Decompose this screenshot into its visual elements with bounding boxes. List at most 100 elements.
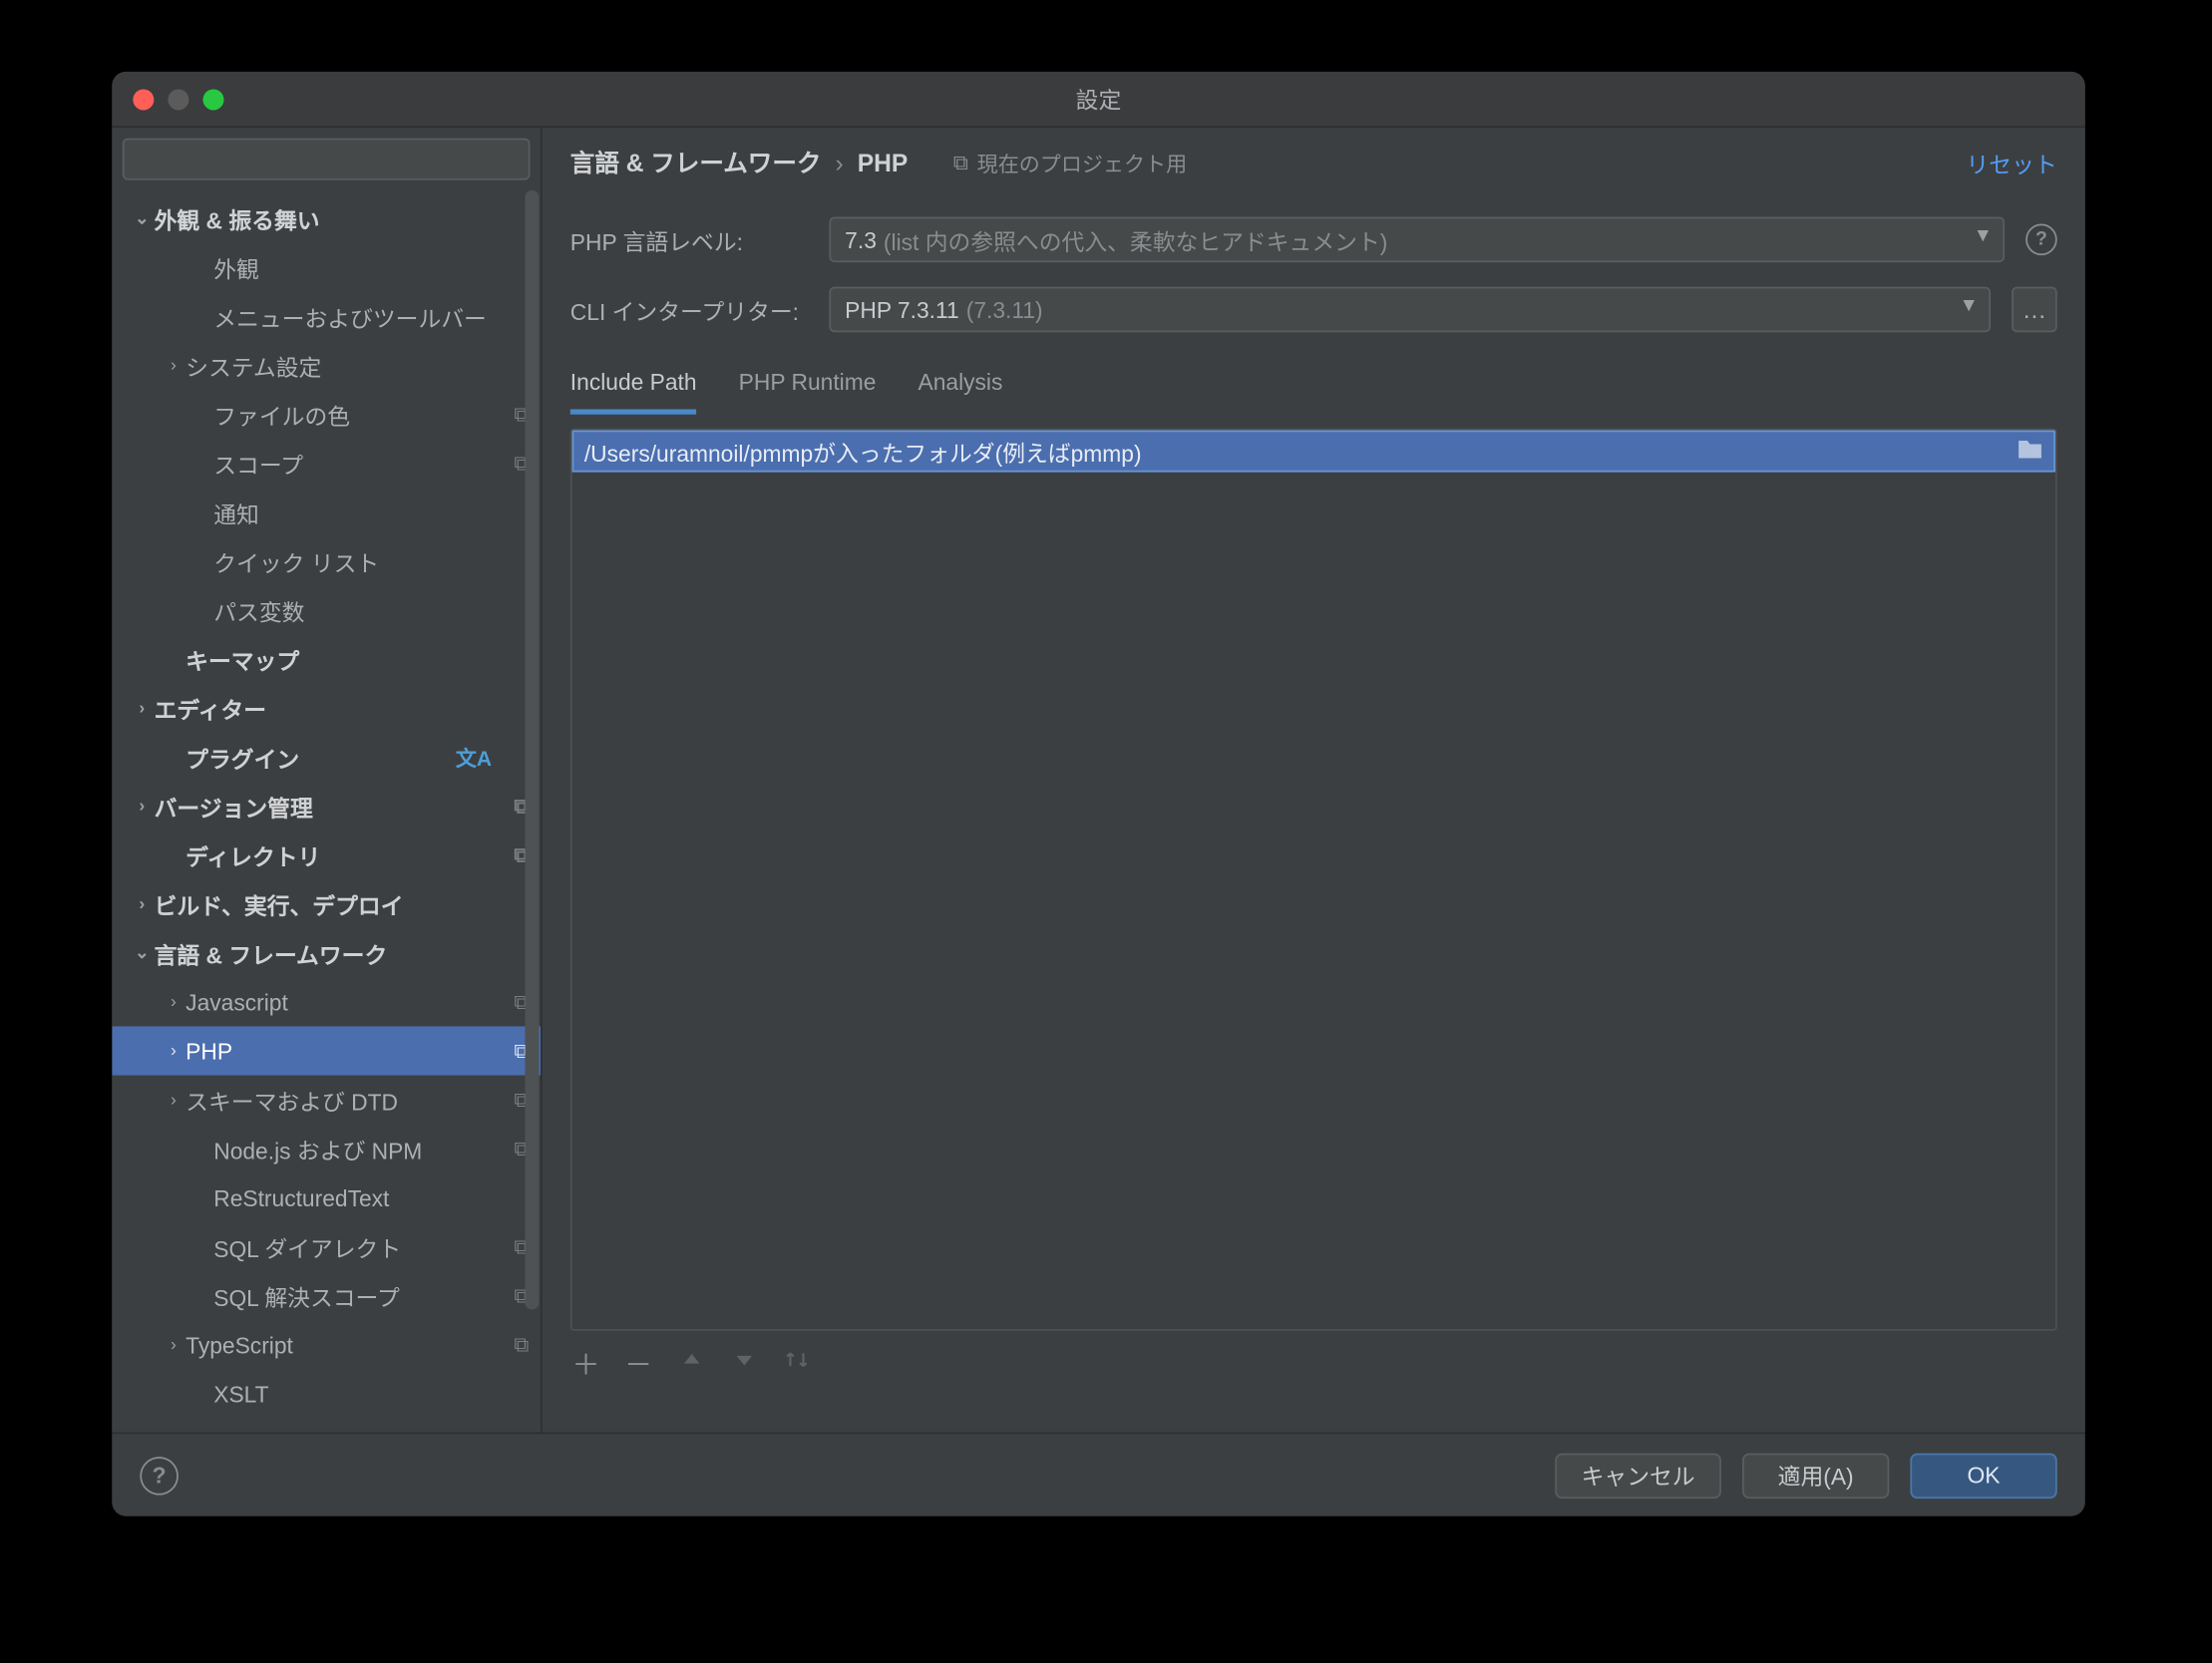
include-path-panel: /Users/uramnoil/pmmpが入ったフォルダ(例えばpmmp) bbox=[570, 429, 2057, 1331]
tabs: Include Path PHP Runtime Analysis bbox=[543, 345, 2085, 415]
interpreter-browse-button[interactable]: … bbox=[2012, 287, 2057, 333]
sidebar-item[interactable]: ビルド、実行、デプロイ bbox=[112, 879, 541, 928]
ok-button[interactable]: OK bbox=[1910, 1453, 2056, 1498]
project-scope-badge: ⧉ 現在のプロジェクト用 bbox=[953, 148, 1187, 177]
settings-tree[interactable]: 外観 & 振る舞い外観メニューおよびツールバーシステム設定ファイルの色⧉スコープ… bbox=[112, 190, 541, 1432]
add-button[interactable]: ＋ bbox=[570, 1341, 602, 1383]
tab-analysis[interactable]: Analysis bbox=[918, 369, 1002, 415]
apply-button[interactable]: 適用(A) bbox=[1742, 1453, 1889, 1498]
include-path-toolbar: ＋ － bbox=[543, 1331, 2085, 1394]
sidebar-search: 🔍 bbox=[112, 128, 541, 190]
sidebar-item[interactable]: メニューおよびツールバー bbox=[112, 292, 541, 341]
ellipsis-icon: … bbox=[2023, 295, 2047, 323]
breadcrumb-root[interactable]: 言語 & フレームワーク bbox=[570, 146, 822, 180]
chevron-right-icon[interactable] bbox=[161, 356, 185, 375]
titlebar: 設定 bbox=[112, 72, 2085, 128]
sidebar-item-label: Node.js および NPM bbox=[213, 1133, 502, 1165]
window-title: 設定 bbox=[112, 82, 2085, 115]
interpreter-hint: (7.3.11) bbox=[966, 296, 1043, 322]
sidebar-item[interactable]: ディレクトリ⧉ bbox=[112, 831, 541, 879]
sidebar-item[interactable]: クイック リスト bbox=[112, 536, 541, 585]
remove-button[interactable]: － bbox=[622, 1341, 654, 1383]
sidebar-item-label: 言語 & フレームワーク bbox=[154, 936, 502, 969]
sidebar-item[interactable]: エディター bbox=[112, 684, 541, 733]
content-pane: 言語 & フレームワーク › PHP ⧉ 現在のプロジェクト用 リセット PHP… bbox=[543, 128, 2085, 1432]
sidebar-item[interactable]: Javascript⧉ bbox=[112, 977, 541, 1026]
sidebar-item[interactable]: 外観 bbox=[112, 243, 541, 292]
sidebar-item[interactable]: スコープ⧉ bbox=[112, 439, 541, 488]
sidebar-item[interactable]: PHP⧉ bbox=[112, 1027, 541, 1076]
sidebar-item[interactable]: TypeScript⧉ bbox=[112, 1320, 541, 1369]
sidebar-item[interactable]: バージョン管理⧉ bbox=[112, 782, 541, 831]
sidebar-item-label: バージョン管理 bbox=[154, 790, 502, 823]
search-input[interactable] bbox=[123, 139, 531, 180]
folder-icon[interactable] bbox=[2017, 438, 2042, 466]
sidebar-item-label: クイック リスト bbox=[213, 544, 502, 577]
sidebar-item[interactable]: システム設定 bbox=[112, 341, 541, 390]
chevron-down-icon[interactable] bbox=[130, 943, 155, 962]
sidebar-item[interactable]: XSLT bbox=[112, 1369, 541, 1418]
sidebar-item[interactable]: 外観 & 振る舞い bbox=[112, 194, 541, 243]
sidebar-item-label: ディレクトリ bbox=[185, 838, 502, 871]
sidebar-item-label: XSLT ファイル関連付け bbox=[213, 1426, 502, 1432]
reset-link[interactable]: リセット bbox=[1966, 146, 2056, 178]
sidebar-item-label: ReStructuredText bbox=[213, 1184, 502, 1210]
sidebar-item-label: プラグイン bbox=[185, 741, 456, 774]
lang-level-select[interactable]: 7.3 (list 内の参照への代入、柔軟なヒアドキュメント) ▼ bbox=[829, 216, 2005, 262]
chevron-down-icon[interactable] bbox=[130, 209, 155, 228]
sidebar-item-label: システム設定 bbox=[185, 349, 502, 382]
sidebar-item[interactable]: キーマップ bbox=[112, 635, 541, 684]
chevron-right-icon[interactable] bbox=[161, 1335, 185, 1354]
include-path-value: /Users/uramnoil/pmmpが入ったフォルダ(例えばpmmp) bbox=[584, 435, 1142, 468]
help-icon[interactable]: ? bbox=[2026, 224, 2057, 256]
lang-level-hint: (list 内の参照への代入、柔軟なヒアドキュメント) bbox=[884, 223, 1387, 256]
sidebar-item[interactable]: プラグイン文A bbox=[112, 733, 541, 782]
chevron-right-icon[interactable] bbox=[130, 797, 155, 816]
sidebar-item-label: SQL ダイアレクト bbox=[213, 1230, 502, 1263]
sidebar-item-label: TypeScript bbox=[185, 1332, 502, 1358]
breadcrumb-sep: › bbox=[821, 149, 857, 176]
sidebar-item[interactable]: スキーマおよび DTD⧉ bbox=[112, 1076, 541, 1125]
settings-window: 設定 🔍 外観 & 振る舞い外観メニューおよびツールバーシステム設定ファイルの色… bbox=[112, 72, 2085, 1516]
sidebar-item-label: パス変数 bbox=[213, 593, 502, 626]
sidebar-item-label: 通知 bbox=[213, 496, 502, 528]
sidebar-item[interactable]: ReStructuredText bbox=[112, 1173, 541, 1222]
row-interpreter: CLI インタープリター: PHP 7.3.11 (7.3.11) ▼ … bbox=[570, 274, 2057, 344]
sidebar-item[interactable]: 言語 & フレームワーク bbox=[112, 928, 541, 977]
tab-php-runtime[interactable]: PHP Runtime bbox=[739, 369, 877, 415]
sidebar-item[interactable]: SQL ダイアレクト⧉ bbox=[112, 1222, 541, 1271]
move-up-button bbox=[675, 1347, 707, 1379]
sidebar-item[interactable]: Node.js および NPM⧉ bbox=[112, 1125, 541, 1173]
project-scope-label: 現在のプロジェクト用 bbox=[977, 148, 1188, 177]
tab-include-path[interactable]: Include Path bbox=[570, 369, 697, 415]
sidebar: 🔍 外観 & 振る舞い外観メニューおよびツールバーシステム設定ファイルの色⧉スコ… bbox=[112, 128, 542, 1432]
sort-button bbox=[780, 1348, 812, 1376]
sidebar-item-label: ファイルの色 bbox=[213, 398, 502, 431]
chevron-right-icon[interactable] bbox=[130, 894, 155, 913]
sidebar-item[interactable]: 通知 bbox=[112, 488, 541, 536]
sidebar-scrollbar[interactable] bbox=[525, 190, 539, 1310]
interpreter-select[interactable]: PHP 7.3.11 (7.3.11) ▼ bbox=[829, 287, 1991, 333]
sidebar-item-label: 外観 & 振る舞い bbox=[154, 202, 502, 235]
project-scope-icon: ⧉ bbox=[502, 1332, 541, 1358]
sidebar-item-label: ビルド、実行、デプロイ bbox=[154, 887, 502, 920]
sidebar-item-label: 外観 bbox=[213, 251, 502, 284]
chevron-right-icon[interactable] bbox=[161, 992, 185, 1011]
cancel-button[interactable]: キャンセル bbox=[1555, 1453, 1721, 1498]
chevron-right-icon[interactable] bbox=[130, 699, 155, 718]
sidebar-item[interactable]: パス変数 bbox=[112, 586, 541, 635]
help-button[interactable]: ? bbox=[140, 1456, 179, 1495]
sidebar-item[interactable]: XSLT ファイル関連付け bbox=[112, 1418, 541, 1432]
sidebar-item[interactable]: SQL 解決スコープ⧉ bbox=[112, 1271, 541, 1320]
sidebar-item-label: スキーマおよび DTD bbox=[185, 1084, 502, 1117]
chevron-right-icon[interactable] bbox=[161, 1042, 185, 1061]
lang-level-value: 7.3 bbox=[845, 226, 877, 252]
copy-icon: ⧉ bbox=[953, 150, 968, 175]
chevron-right-icon[interactable] bbox=[161, 1091, 185, 1110]
sidebar-item[interactable]: ファイルの色⧉ bbox=[112, 390, 541, 439]
move-down-button bbox=[728, 1347, 760, 1379]
lang-level-label: PHP 言語レベル: bbox=[570, 223, 809, 256]
translate-icon: 文A bbox=[456, 743, 492, 773]
include-path-row[interactable]: /Users/uramnoil/pmmpが入ったフォルダ(例えばpmmp) bbox=[572, 430, 2055, 472]
interpreter-label: CLI インタープリター: bbox=[570, 293, 809, 326]
